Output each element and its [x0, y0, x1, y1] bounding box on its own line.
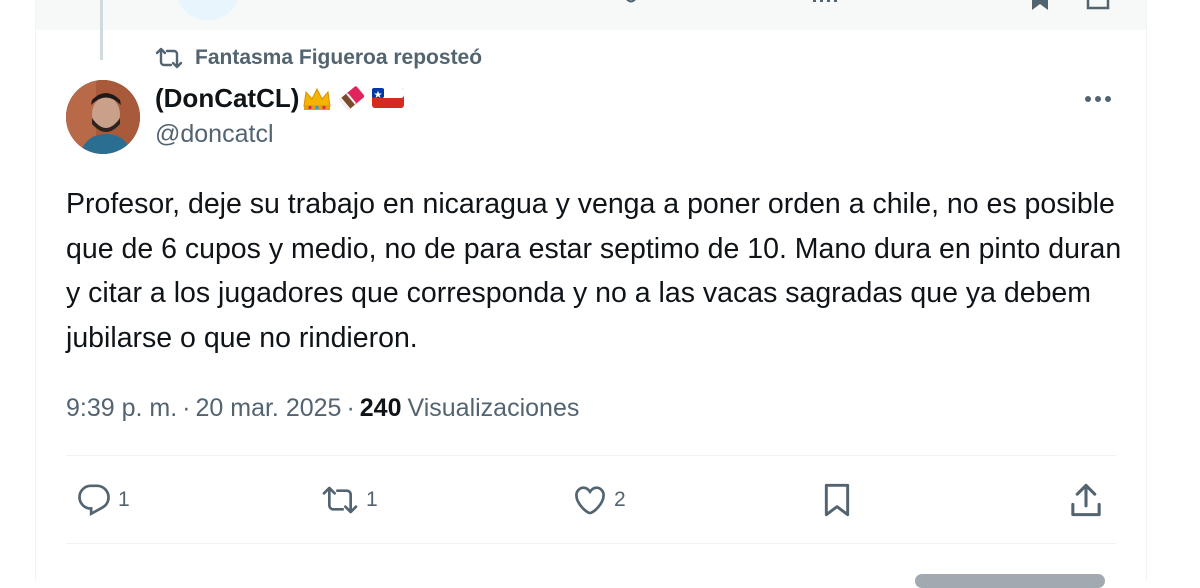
- heart-icon: [575, 486, 605, 515]
- views-count[interactable]: 240: [360, 394, 402, 423]
- heart-icon[interactable]: [618, 0, 644, 4]
- views-label[interactable]: Visualizaciones: [401, 394, 579, 423]
- floating-pill[interactable]: [915, 574, 1105, 588]
- avatar[interactable]: [66, 80, 140, 154]
- divider-bottom: [66, 543, 1116, 544]
- repost-icon[interactable]: [374, 0, 400, 4]
- timeline-border-right: [1146, 0, 1147, 580]
- crown-emoji-icon: [303, 87, 331, 110]
- views-icon[interactable]: [810, 0, 840, 6]
- reply-icon[interactable]: [178, 0, 238, 20]
- chocolate-bar-emoji-icon: [340, 86, 365, 110]
- divider-top: [66, 455, 1116, 456]
- bookmark-button[interactable]: [821, 470, 853, 530]
- bookmark-icon[interactable]: [1028, 0, 1052, 12]
- tweet-actions: 1 1 2: [66, 470, 1116, 530]
- meta-separator: ·: [182, 393, 191, 422]
- author-display-name[interactable]: (DonCatCL): [155, 83, 299, 114]
- repost-context[interactable]: Fantasma Figueroa reposteó: [155, 44, 482, 72]
- reply-count: 1: [118, 488, 130, 511]
- share-button[interactable]: [1068, 470, 1104, 530]
- bookmark-icon: [824, 483, 850, 517]
- tweet-date[interactable]: 20 mar. 2025: [196, 394, 342, 423]
- like-button[interactable]: 2: [572, 470, 626, 530]
- share-icon: [1071, 483, 1101, 517]
- repost-label[interactable]: Fantasma Figueroa reposteó: [195, 46, 482, 70]
- chile-flag-emoji-icon: [372, 88, 405, 108]
- reply-icon: [78, 484, 110, 517]
- thread-connector-line: [100, 0, 103, 60]
- page-background: [0, 0, 35, 580]
- author-handle[interactable]: @doncatcl: [155, 120, 274, 149]
- like-count: 2: [614, 488, 626, 511]
- meta-separator: ·: [346, 393, 355, 422]
- author-name-row[interactable]: (DonCatCL): [155, 80, 405, 116]
- reply-button[interactable]: 1: [76, 470, 130, 530]
- timeline-border-left: [35, 0, 36, 580]
- avatar-image: [66, 80, 140, 154]
- tweet-meta: 9:39 p. m. · 20 mar. 2025 · 240 Visualiz…: [66, 389, 579, 427]
- share-icon[interactable]: [1086, 0, 1110, 12]
- previous-tweet-actions: [36, 0, 1146, 30]
- more-icon: [1085, 96, 1111, 102]
- repost-button[interactable]: 1: [320, 470, 378, 530]
- repost-count: 1: [366, 488, 378, 511]
- repost-icon: [155, 47, 183, 69]
- more-options-button[interactable]: [1080, 84, 1116, 114]
- tweet-time[interactable]: 9:39 p. m.: [66, 394, 177, 423]
- tweet-text: Profesor, deje su trabajo en nicaragua y…: [66, 188, 1122, 354]
- repost-icon: [322, 486, 358, 514]
